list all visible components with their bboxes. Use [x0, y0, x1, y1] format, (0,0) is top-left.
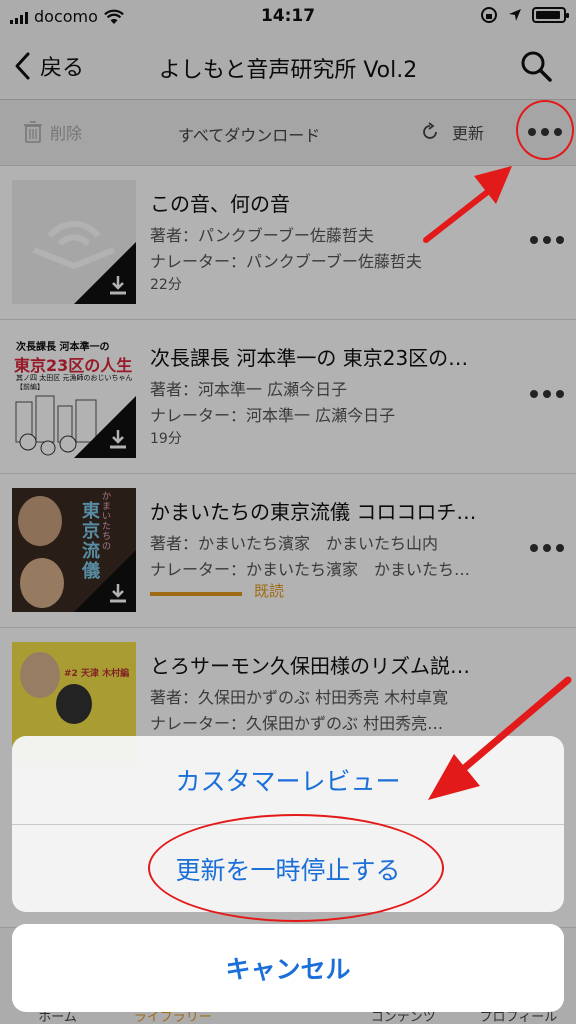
customer-review-option[interactable]: カスタマーレビュー	[12, 736, 564, 824]
annotation-circle	[516, 100, 574, 160]
cancel-button[interactable]: キャンセル	[12, 924, 564, 1012]
annotation-ellipse	[148, 814, 444, 922]
